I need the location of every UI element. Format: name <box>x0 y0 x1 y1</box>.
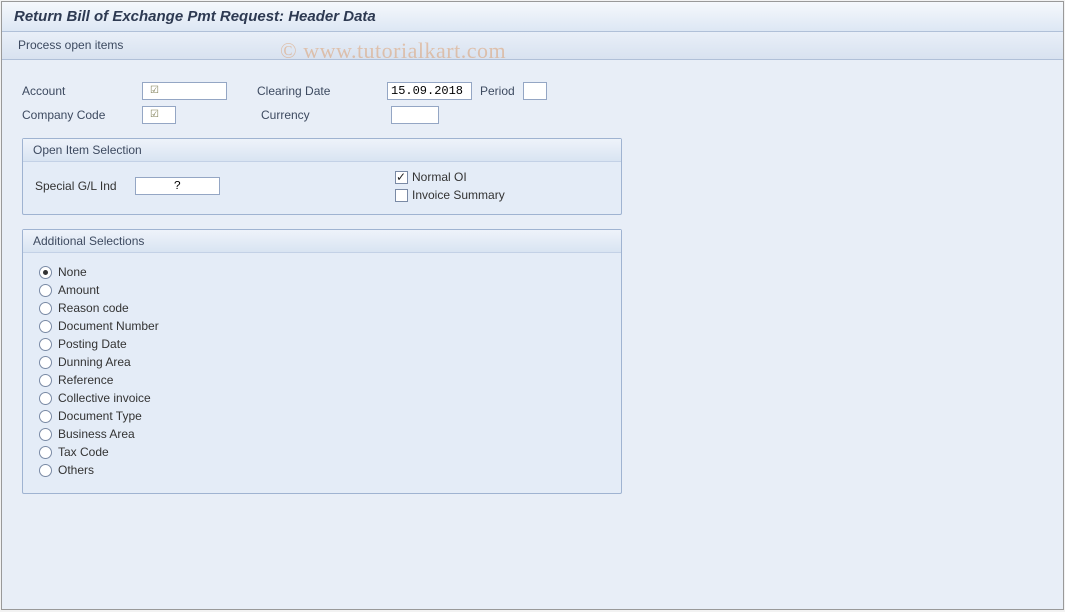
radio-button-icon[interactable] <box>39 374 52 387</box>
normal-oi-checkbox[interactable] <box>395 171 408 184</box>
period-input[interactable] <box>523 82 547 100</box>
radio-button-icon[interactable] <box>39 320 52 333</box>
normal-oi-label: Normal OI <box>412 170 467 184</box>
field-row-account: Account ☑ Clearing Date Period <box>22 82 1043 100</box>
open-item-selection-group: Open Item Selection Special G/L Ind Norm… <box>22 138 622 215</box>
radio-button-icon[interactable] <box>39 410 52 423</box>
normal-oi-checkbox-line[interactable]: Normal OI <box>395 170 505 184</box>
app-window: Return Bill of Exchange Pmt Request: Hea… <box>1 1 1064 610</box>
clearing-date-label: Clearing Date <box>257 84 387 98</box>
additional-selections-group: Additional Selections None Amount Reason c… <box>22 229 622 494</box>
required-icon: ☑ <box>146 107 159 125</box>
invoice-summary-checkbox[interactable] <box>395 189 408 202</box>
radio-button-icon[interactable] <box>39 464 52 477</box>
radio-button-icon[interactable] <box>39 266 52 279</box>
radio-option[interactable]: None <box>39 265 605 279</box>
radio-button-icon[interactable] <box>39 284 52 297</box>
special-gl-label: Special G/L Ind <box>35 179 135 193</box>
radio-option[interactable]: Document Number <box>39 319 605 333</box>
additional-selections-list: None Amount Reason code Document Number Post… <box>35 261 609 481</box>
radio-button-icon[interactable] <box>39 446 52 459</box>
field-row-company: Company Code ☑ Currency <box>22 106 1043 124</box>
radio-option[interactable]: Reason code <box>39 301 605 315</box>
invoice-summary-label: Invoice Summary <box>412 188 505 202</box>
radio-option[interactable]: Posting Date <box>39 337 605 351</box>
radio-button-icon[interactable] <box>39 338 52 351</box>
currency-input[interactable] <box>391 106 439 124</box>
radio-label: Reason code <box>58 301 129 315</box>
radio-label: Others <box>58 463 94 477</box>
radio-label: None <box>58 265 87 279</box>
radio-button-icon[interactable] <box>39 428 52 441</box>
radio-label: Business Area <box>58 427 135 441</box>
radio-button-icon[interactable] <box>39 392 52 405</box>
radio-label: Posting Date <box>58 337 127 351</box>
company-code-input[interactable]: ☑ <box>142 106 176 124</box>
radio-button-icon[interactable] <box>39 302 52 315</box>
radio-option[interactable]: Dunning Area <box>39 355 605 369</box>
radio-label: Reference <box>58 373 113 387</box>
radio-option[interactable]: Tax Code <box>39 445 605 459</box>
process-open-items-link[interactable]: Process open items <box>18 38 123 52</box>
invoice-summary-checkbox-line[interactable]: Invoice Summary <box>395 188 505 202</box>
toolbar: Process open items <box>2 32 1063 60</box>
special-gl-input[interactable] <box>135 177 220 195</box>
required-icon: ☑ <box>146 83 159 101</box>
radio-option[interactable]: Business Area <box>39 427 605 441</box>
open-item-row: Special G/L Ind Normal OI Invoice Summar… <box>35 170 609 202</box>
radio-label: Collective invoice <box>58 391 151 405</box>
radio-option[interactable]: Others <box>39 463 605 477</box>
radio-option[interactable]: Reference <box>39 373 605 387</box>
currency-label: Currency <box>261 108 391 122</box>
account-input[interactable]: ☑ <box>142 82 227 100</box>
radio-label: Dunning Area <box>58 355 131 369</box>
radio-option[interactable]: Amount <box>39 283 605 297</box>
radio-label: Tax Code <box>58 445 109 459</box>
radio-label: Document Number <box>58 319 159 333</box>
period-label: Period <box>480 84 515 98</box>
radio-label: Document Type <box>58 409 142 423</box>
radio-option[interactable]: Collective invoice <box>39 391 605 405</box>
open-item-selection-title: Open Item Selection <box>23 139 621 162</box>
radio-button-icon[interactable] <box>39 356 52 369</box>
additional-selections-title: Additional Selections <box>23 230 621 253</box>
content-area: Account ☑ Clearing Date Period Company C… <box>2 60 1063 506</box>
radio-option[interactable]: Document Type <box>39 409 605 423</box>
account-label: Account <box>22 84 142 98</box>
page-title: Return Bill of Exchange Pmt Request: Hea… <box>2 2 1063 32</box>
clearing-date-input[interactable] <box>387 82 472 100</box>
company-code-label: Company Code <box>22 108 142 122</box>
radio-label: Amount <box>58 283 99 297</box>
